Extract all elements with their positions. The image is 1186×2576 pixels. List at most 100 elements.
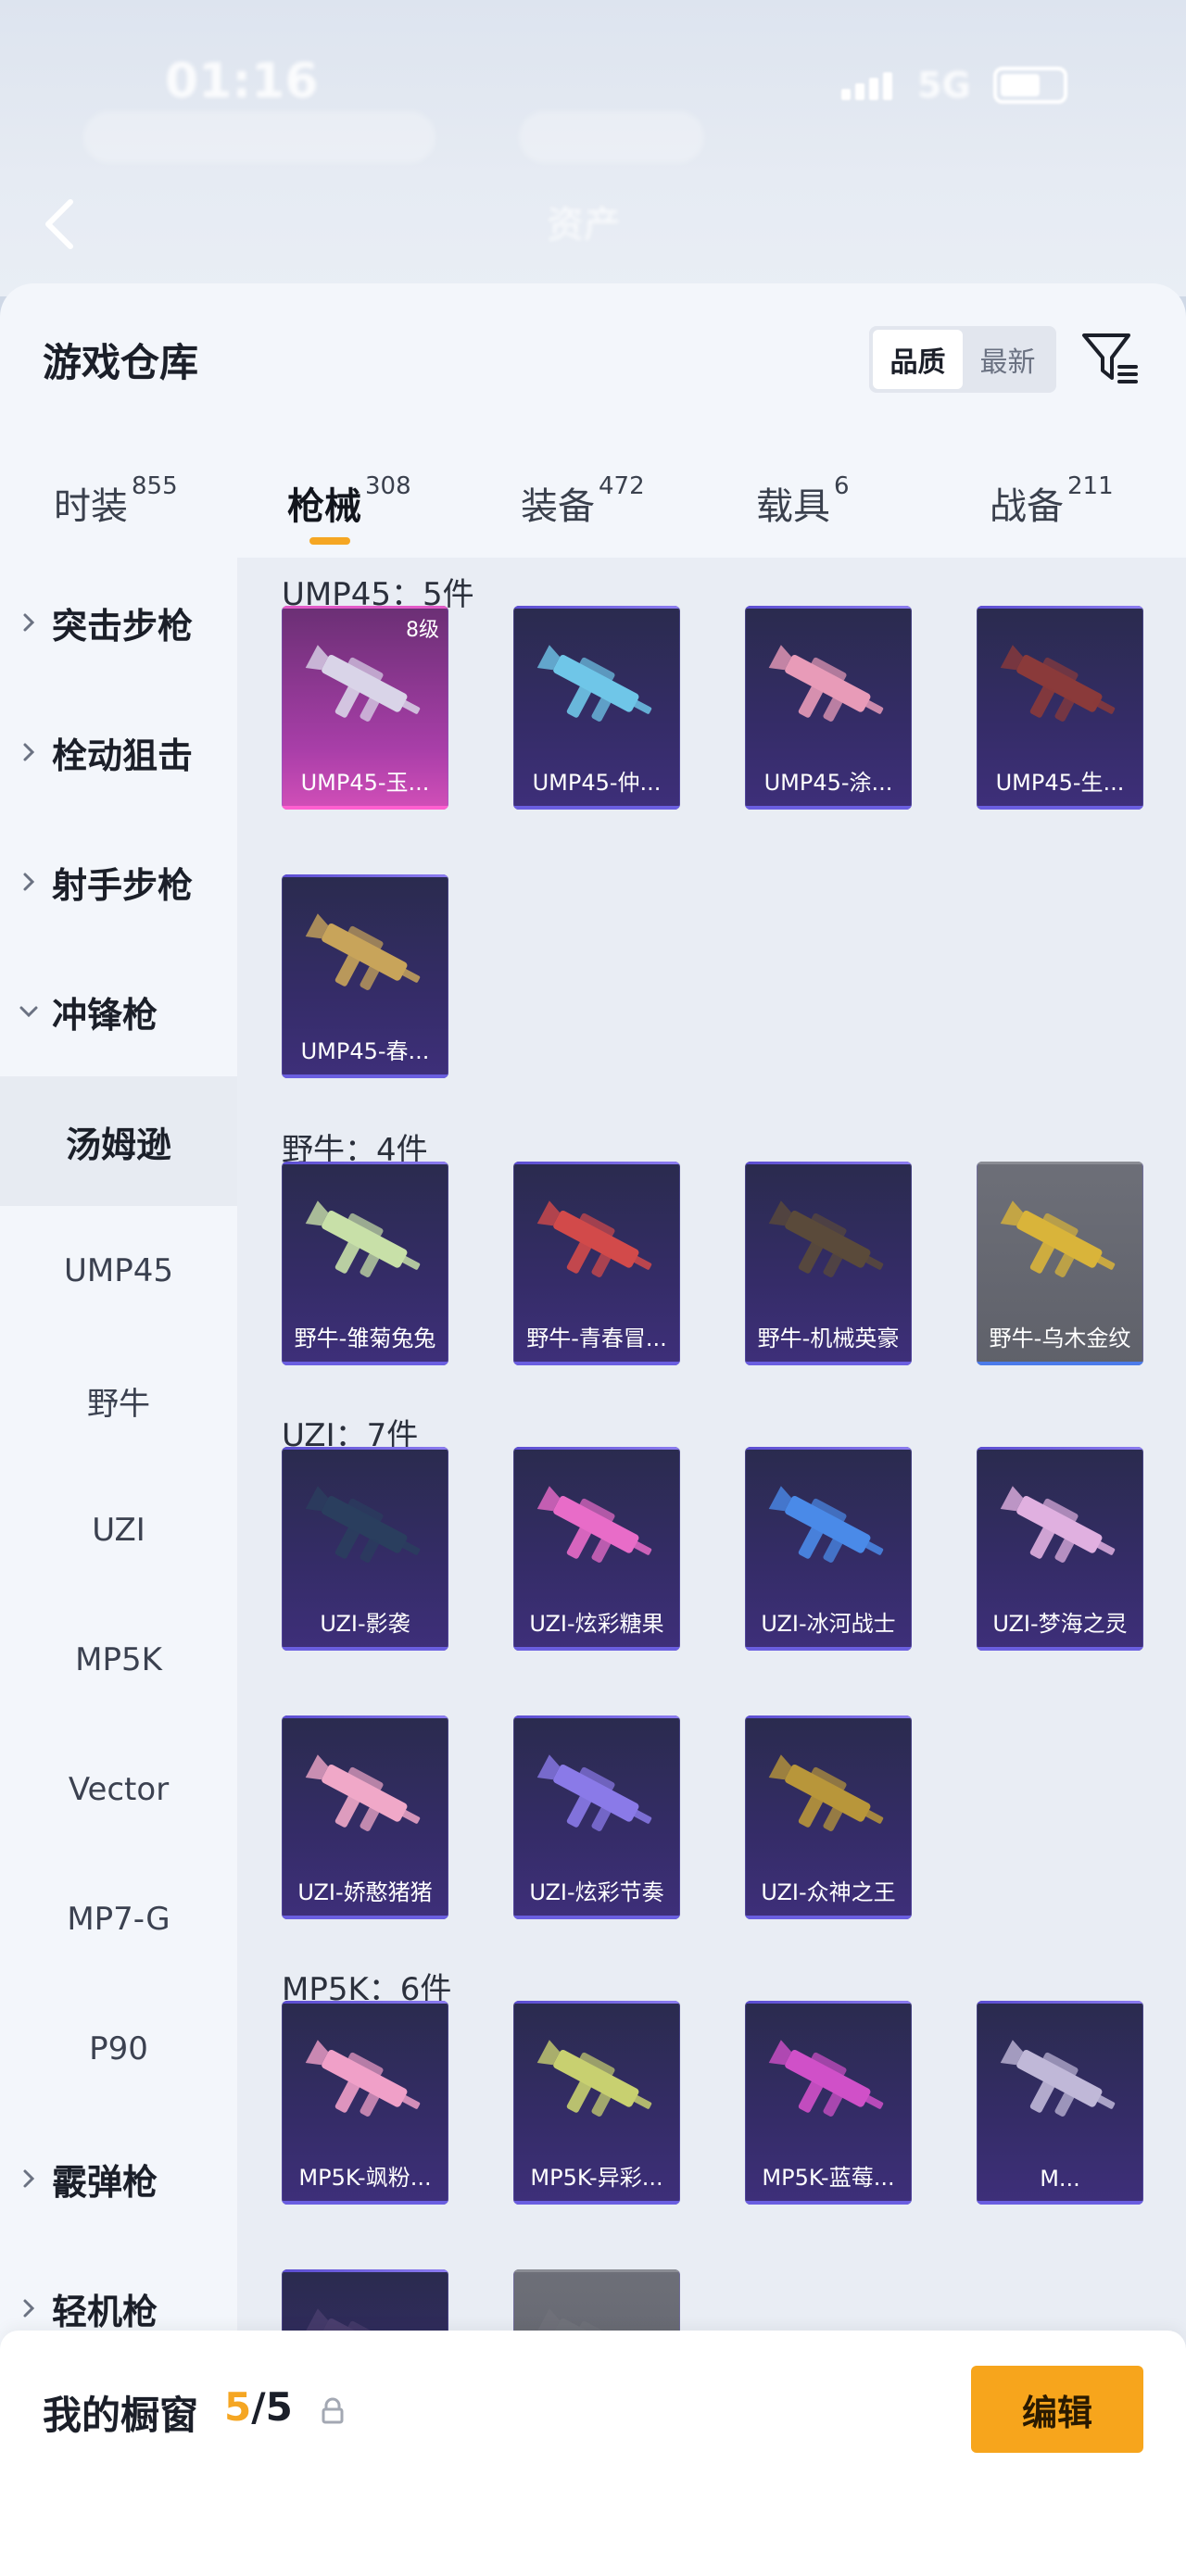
tab-firearms[interactable]: 枪械 308	[287, 472, 411, 530]
skin-name-label: UZI-影袭	[320, 1611, 410, 1637]
tab-count: 211	[1067, 472, 1114, 500]
rarity-bar	[977, 1362, 1143, 1365]
rarity-bar	[745, 1362, 912, 1365]
skin-name-label: 野牛-雏菊兔兔	[294, 1326, 436, 1351]
skin-name-label: MP5K-飒粉...	[298, 2165, 432, 2191]
weapon-skin-card[interactable]: UZI-娇憨猪猪	[282, 1715, 448, 1919]
chevron-right-icon	[23, 743, 35, 761]
rarity-bar	[745, 1916, 912, 1919]
weapon-skin-card[interactable]: UMP45-春...	[282, 874, 448, 1078]
rarity-bar	[977, 806, 1143, 810]
app-header-background: 01:16 5G 资产	[0, 0, 1186, 296]
weapon-icon	[768, 1200, 884, 1277]
showcase-title: 我的橱窗	[43, 2393, 199, 2438]
rarity-bar	[282, 1074, 448, 1078]
skin-name-label: UMP45-生...	[995, 770, 1125, 796]
rarity-bar	[513, 1916, 680, 1919]
rarity-bar	[513, 806, 680, 810]
skin-name-label: M...	[1040, 2166, 1080, 2192]
weapon-icon	[768, 2040, 884, 2117]
sidebar-item-mp5k[interactable]: MP5K	[0, 1595, 237, 1725]
skin-name-label: UMP45-涂...	[763, 770, 893, 796]
weapon-skin-card[interactable]: UZI-众神之王	[745, 1715, 912, 1919]
sidebar-group-smg[interactable]: 冲锋枪	[0, 947, 237, 1076]
sidebar-item-ump45[interactable]: UMP45	[0, 1206, 237, 1336]
weapon-skin-card[interactable]: MP5K-异彩...	[513, 2001, 680, 2205]
rarity-bar	[977, 1647, 1143, 1651]
weapon-skin-card[interactable]: UZI-炫彩糖果	[513, 1447, 680, 1651]
weapon-icon	[768, 1486, 884, 1563]
tab-label: 时装	[54, 485, 128, 528]
weapon-skin-card[interactable]: 野牛-青春冒...	[513, 1162, 680, 1365]
sidebar-item-p90[interactable]: P90	[0, 1984, 237, 2114]
sidebar-group-bolt-sniper[interactable]: 栓动狙击	[0, 687, 237, 817]
weapon-icon	[536, 645, 652, 722]
chevron-right-icon	[23, 2169, 35, 2188]
header-decoration	[83, 111, 435, 163]
skin-name-label: UZI-冰河战士	[761, 1611, 896, 1637]
tab-vehicles[interactable]: 载具 6	[756, 472, 850, 530]
rarity-bar	[282, 1362, 448, 1365]
weapon-skin-card[interactable]: 野牛-乌木金纹	[977, 1162, 1143, 1365]
tab-count: 308	[365, 472, 411, 500]
weapon-icon	[768, 1754, 884, 1831]
weapon-icon	[305, 2040, 421, 2117]
weapon-skin-card[interactable]: UZI-冰河战士	[745, 1447, 912, 1651]
showcase-bar: 我的橱窗 5/5 编辑	[0, 2331, 1186, 2576]
filter-icon[interactable]	[1080, 328, 1140, 387]
sidebar-group-label: 栓动狙击	[52, 735, 194, 776]
tab-fashion[interactable]: 时装 855	[54, 472, 178, 530]
sidebar-item-mp7g[interactable]: MP7-G	[0, 1854, 237, 1984]
sidebar-group-label: 轻机枪	[52, 2291, 158, 2332]
sidebar-item-bizon[interactable]: 野牛	[0, 1336, 237, 1465]
skin-name-label: 野牛-青春冒...	[526, 1326, 667, 1351]
weapon-skin-card[interactable]: M...	[977, 2001, 1143, 2205]
weapon-skin-card[interactable]: MP5K-蓝莓...	[745, 2001, 912, 2205]
sidebar-group-marksman-rifle[interactable]: 射手步枪	[0, 817, 237, 947]
weapon-icon	[305, 913, 421, 990]
sidebar-group-label: 突击步枪	[52, 605, 194, 647]
weapon-skin-card[interactable]: MP5K-飒粉...	[282, 2001, 448, 2205]
tab-equipment[interactable]: 装备 472	[521, 472, 645, 530]
sidebar-group-label: 冲锋枪	[52, 994, 158, 1036]
rarity-bar	[282, 2201, 448, 2205]
weapon-icon	[536, 1486, 652, 1563]
tab-count: 855	[132, 472, 178, 500]
weapon-skin-card[interactable]: UMP45-生...	[977, 606, 1143, 810]
back-arrow-icon[interactable]	[41, 196, 78, 252]
weapon-skin-card[interactable]: UMP45-涂...	[745, 606, 912, 810]
weapon-skin-card[interactable]: UMP45-仲...	[513, 606, 680, 810]
tab-label: 枪械	[287, 485, 361, 528]
skin-name-label: UZI-娇憨猪猪	[297, 1879, 433, 1905]
weapon-type-sidebar: 突击步枪 栓动狙击 射手步枪 冲锋枪 汤姆逊 UMP45 野牛 UZI MP5K…	[0, 558, 237, 2576]
skin-name-label: 野牛-乌木金纹	[989, 1326, 1131, 1351]
tab-supplies[interactable]: 战备 211	[990, 472, 1114, 530]
sidebar-group-assault-rifle[interactable]: 突击步枪	[0, 558, 237, 687]
skin-level-badge: 8级	[406, 619, 439, 642]
sidebar-item-vector[interactable]: Vector	[0, 1725, 237, 1854]
weapon-skin-card[interactable]: UZI-梦海之灵	[977, 1447, 1143, 1651]
sort-toggle[interactable]: 品质 最新	[869, 326, 1056, 393]
weapon-skin-card[interactable]: 野牛-机械英豪	[745, 1162, 912, 1365]
sidebar-group-shotgun[interactable]: 霰弹枪	[0, 2114, 237, 2243]
status-time: 01:16	[165, 54, 319, 109]
sort-option-newest[interactable]: 最新	[963, 330, 1053, 389]
tab-count: 472	[599, 472, 645, 500]
tab-label: 战备	[990, 485, 1064, 528]
sort-option-quality[interactable]: 品质	[873, 330, 963, 389]
weapon-icon	[1000, 1200, 1116, 1277]
weapon-skin-card[interactable]: UZI-炫彩节奏	[513, 1715, 680, 1919]
category-tabs: 时装 855 枪械 308 装备 472 载具 6 战备 211	[0, 459, 1186, 561]
skin-name-label: 野牛-机械英豪	[757, 1326, 900, 1351]
weapon-icon	[536, 1200, 652, 1277]
weapon-skin-card[interactable]: 8级 UMP45-玉...	[282, 606, 448, 810]
sidebar-item-thompson[interactable]: 汤姆逊	[0, 1076, 237, 1206]
weapon-skin-card[interactable]: UZI-影袭	[282, 1447, 448, 1651]
sidebar-item-uzi[interactable]: UZI	[0, 1465, 237, 1595]
page-title: 资产	[547, 204, 621, 246]
weapon-icon	[1000, 645, 1116, 722]
skin-name-label: UZI-众神之王	[761, 1879, 896, 1905]
edit-showcase-button[interactable]: 编辑	[971, 2366, 1143, 2453]
weapon-skin-card[interactable]: 野牛-雏菊兔兔	[282, 1162, 448, 1365]
tab-count: 6	[834, 472, 850, 500]
